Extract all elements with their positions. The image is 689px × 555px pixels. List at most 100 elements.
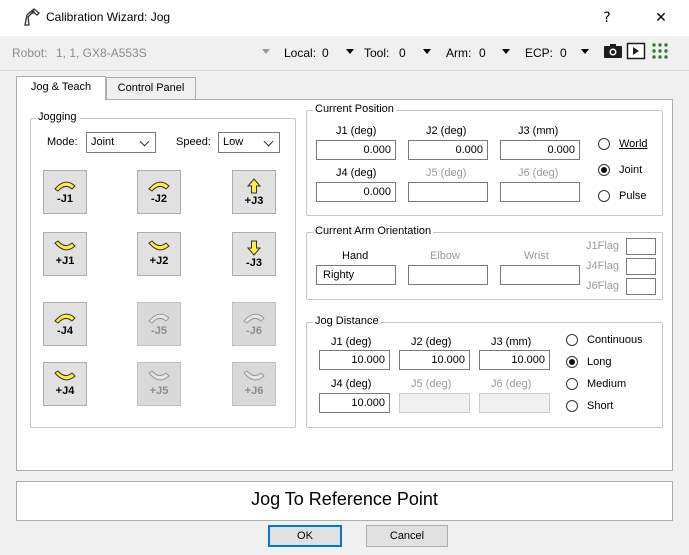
jog-minus-j1-button[interactable]: -J1 xyxy=(43,170,87,214)
tab-control-panel[interactable]: Control Panel xyxy=(106,77,196,100)
speed-select[interactable]: Low xyxy=(218,132,280,153)
jog-minus-j6-button: -J6 xyxy=(232,302,276,346)
help-button[interactable]: ? xyxy=(592,6,622,30)
robot-arm-icon xyxy=(22,7,42,27)
dist-j6-field xyxy=(479,393,550,413)
jog-minus-j4-button[interactable]: -J4 xyxy=(43,302,87,346)
pos-j6-field xyxy=(500,182,580,202)
jogging-group-title: Jogging xyxy=(36,111,79,123)
short-radio[interactable] xyxy=(566,400,578,412)
world-radio[interactable] xyxy=(598,138,610,150)
camera-icon[interactable] xyxy=(603,41,623,61)
jog-plus-j5-button: +J5 xyxy=(137,362,181,406)
jog-button-label: -J1 xyxy=(57,193,73,205)
run-icon[interactable] xyxy=(626,41,646,61)
hand-field: Righty xyxy=(316,265,396,285)
j6flag-label: J6Flag xyxy=(586,280,620,292)
jog-plus-j2-button[interactable]: +J2 xyxy=(137,232,181,276)
medium-label[interactable]: Medium xyxy=(587,378,626,390)
jog-minus-j3-button[interactable]: -J3 xyxy=(232,232,276,276)
pos-j3-field: 0.000 xyxy=(500,140,580,160)
dist-j1-label: J1 (deg) xyxy=(331,336,372,348)
arc-arrow-icon xyxy=(54,181,76,192)
tool-dropdown-icon[interactable] xyxy=(423,49,431,54)
arm-select[interactable]: 0 xyxy=(479,46,486,60)
wrist-label: Wrist xyxy=(524,250,549,262)
arc-arrow-icon xyxy=(148,313,170,324)
io-grid-icon[interactable] xyxy=(650,41,670,61)
world-label[interactable]: World xyxy=(619,138,648,150)
jog-button-label: -J6 xyxy=(246,325,262,337)
tool-select[interactable]: 0 xyxy=(399,46,406,60)
ecp-label: ECP: xyxy=(525,46,554,60)
close-button[interactable]: ✕ xyxy=(646,6,676,30)
speed-label: Speed: xyxy=(176,136,211,148)
chevron-down-icon xyxy=(263,136,274,147)
ecp-dropdown-icon[interactable] xyxy=(581,49,589,54)
speed-value: Low xyxy=(223,136,244,148)
arc-arrow-icon xyxy=(54,240,76,251)
jog-button-label: +J4 xyxy=(55,385,75,397)
elbow-field xyxy=(408,265,488,285)
jog-button-label: +J6 xyxy=(244,385,264,397)
jog-minus-j5-button: -J5 xyxy=(137,302,181,346)
jog-plus-j6-button: +J6 xyxy=(232,362,276,406)
dist-j2-field[interactable]: 10.000 xyxy=(399,350,470,370)
jog-plus-j3-button[interactable]: +J3 xyxy=(232,170,276,214)
tab-jog-teach[interactable]: Jog & Teach xyxy=(16,76,106,100)
dist-j3-field[interactable]: 10.000 xyxy=(479,350,550,370)
robot-select: 1, 1, GX8-A553S xyxy=(56,46,147,60)
mode-select[interactable]: Joint xyxy=(86,132,156,153)
elbow-label: Elbow xyxy=(430,250,460,262)
pulse-label[interactable]: Pulse xyxy=(619,190,647,202)
arc-arrow-icon xyxy=(54,370,76,381)
arm-label: Arm: xyxy=(446,46,472,60)
jog-plus-j1-button[interactable]: +J1 xyxy=(43,232,87,276)
arc-arrow-icon xyxy=(243,370,265,381)
arc-arrow-icon xyxy=(148,181,170,192)
cancel-button[interactable]: Cancel xyxy=(366,525,448,547)
chevron-down-icon xyxy=(139,136,150,147)
pos-j4-field: 0.000 xyxy=(316,182,396,202)
jog-button-label: +J3 xyxy=(244,195,264,207)
arm-orientation-title: Current Arm Orientation xyxy=(313,225,434,237)
long-radio[interactable] xyxy=(566,356,578,368)
jog-button-label: +J1 xyxy=(55,255,75,267)
short-label[interactable]: Short xyxy=(587,400,613,412)
joint-label[interactable]: Joint xyxy=(619,164,642,176)
continuous-radio[interactable] xyxy=(566,334,578,346)
j4flag-label: J4Flag xyxy=(586,260,620,272)
jog-distance-title: Jog Distance xyxy=(313,315,381,327)
current-position-title: Current Position xyxy=(313,103,396,115)
jog-plus-j4-button[interactable]: +J4 xyxy=(43,362,87,406)
arc-arrow-icon xyxy=(148,240,170,251)
pulse-radio[interactable] xyxy=(598,190,610,202)
local-select[interactable]: 0 xyxy=(322,46,329,60)
dist-j4-label: J4 (deg) xyxy=(331,378,372,390)
local-label: Local: xyxy=(284,46,317,60)
local-dropdown-icon[interactable] xyxy=(346,49,354,54)
medium-radio[interactable] xyxy=(566,378,578,390)
joint-radio[interactable] xyxy=(598,164,610,176)
robot-label: Robot: xyxy=(12,46,48,60)
jog-button-label: -J3 xyxy=(246,257,262,269)
reference-text: Jog To Reference Point xyxy=(251,489,438,509)
pos-j4-label: J4 (deg) xyxy=(336,167,377,179)
mode-value: Joint xyxy=(91,136,115,148)
continuous-label[interactable]: Continuous xyxy=(587,334,643,346)
dist-j1-field[interactable]: 10.000 xyxy=(319,350,390,370)
pos-j5-label: J5 (deg) xyxy=(426,167,467,179)
j1flag-label: J1Flag xyxy=(586,240,620,252)
arm-dropdown-icon[interactable] xyxy=(502,49,510,54)
j4flag-field xyxy=(626,258,656,275)
dist-j5-field xyxy=(399,393,470,413)
jog-minus-j2-button[interactable]: -J2 xyxy=(137,170,181,214)
ecp-select[interactable]: 0 xyxy=(560,46,567,60)
ok-button[interactable]: OK xyxy=(268,525,342,547)
dist-j6-label: J6 (deg) xyxy=(491,378,532,390)
pos-j5-field xyxy=(408,182,488,202)
long-label[interactable]: Long xyxy=(587,356,611,368)
dist-j4-field[interactable]: 10.000 xyxy=(319,393,390,413)
window-title: Calibration Wizard: Jog xyxy=(46,10,171,24)
jog-button-label: -J4 xyxy=(57,325,73,337)
